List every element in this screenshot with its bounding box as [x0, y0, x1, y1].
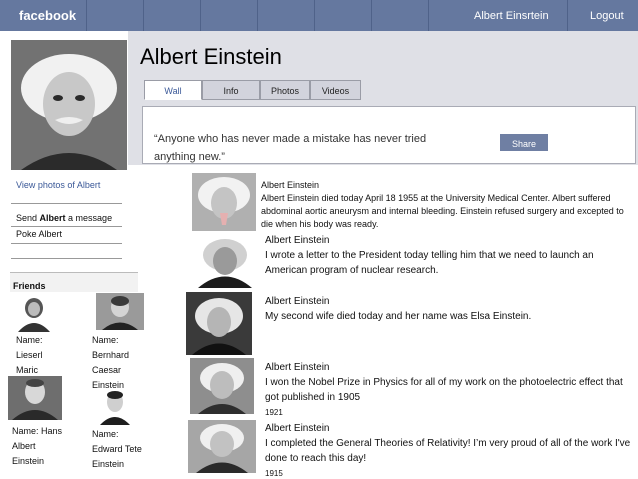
feed-post: Albert Einstein I wrote a letter to the … — [265, 233, 635, 278]
friend-name-line: Lieserl — [16, 350, 43, 360]
nav-segment — [258, 0, 315, 31]
friend-name: Name: Bernhard Caesar Einstein — [92, 333, 129, 393]
friend-name-line: Einstein — [92, 459, 125, 469]
friend-photo[interactable] — [12, 294, 56, 332]
feed-photo[interactable] — [192, 173, 256, 231]
friend-name-line: Edward Tete — [92, 444, 142, 454]
quote-text: “Anyone who has never made a mistake has… — [154, 133, 427, 163]
feed-year: 1921 — [265, 408, 283, 417]
facebook-logo[interactable]: facebook — [19, 8, 76, 23]
nav-segment — [201, 0, 258, 31]
feed-author[interactable]: Albert Einstein — [265, 294, 635, 309]
friend-name-line: Albert — [12, 441, 36, 451]
feed-text: I wrote a letter to the President today … — [265, 250, 594, 276]
feed-author[interactable]: Albert Einstein — [265, 421, 637, 436]
feed-text: My second wife died today and her name w… — [265, 311, 532, 322]
top-nav-bar: facebook Albert Einsrtein Logout — [0, 0, 638, 31]
tab-wall[interactable]: Wall — [144, 80, 202, 100]
profile-photo[interactable] — [11, 40, 127, 170]
nav-segment — [315, 0, 372, 31]
friend-name-line: Name: — [16, 335, 43, 345]
feed-photo[interactable] — [190, 235, 260, 288]
friend-name-line: Einstein — [12, 456, 45, 466]
feed-photo[interactable] — [186, 292, 252, 355]
feed-year: 1915 — [265, 469, 283, 478]
friend-name-line: Bernhard — [92, 350, 130, 360]
wall-post-box: “Anyone who has never made a mistake has… — [142, 106, 636, 164]
friend-name: Name: Lieserl Maric — [16, 333, 43, 378]
view-photos-link[interactable]: View photos of Albert — [16, 180, 100, 190]
share-button[interactable]: Share — [500, 134, 548, 151]
feed-author[interactable]: Albert Einstein — [265, 233, 635, 248]
page-title: Albert Einstein — [140, 44, 282, 69]
divider — [11, 258, 122, 259]
send-prefix: Send — [16, 213, 40, 223]
friend-photo[interactable] — [96, 389, 134, 425]
tab-info[interactable]: Info — [202, 80, 260, 100]
divider — [11, 243, 122, 244]
nav-segment — [144, 0, 201, 31]
nav-segment — [87, 0, 144, 31]
feed-photo[interactable] — [188, 420, 256, 473]
feed-text: I completed the General Theories of Rela… — [265, 438, 631, 464]
feed-post: Albert Einstein Albert Einstein died tod… — [261, 179, 633, 231]
friend-photo[interactable] — [96, 293, 144, 330]
send-name: Albert — [39, 213, 66, 223]
feed-author[interactable]: Albert Einstein — [265, 360, 635, 375]
profile-link[interactable]: Albert Einsrtein — [474, 10, 549, 22]
logout-link[interactable]: Logout — [590, 10, 624, 22]
feed-text: I won the Nobel Prize in Physics for all… — [265, 377, 623, 403]
divider — [11, 203, 122, 204]
friend-name: Name: Edward Tete Einstein — [92, 427, 142, 472]
friend-name-line: Name: — [92, 429, 119, 439]
feed-photo[interactable] — [190, 358, 254, 414]
feed-post: Albert Einstein I won the Nobel Prize in… — [265, 360, 635, 420]
friend-name-line: Caesar — [92, 365, 122, 375]
friend-photo[interactable] — [8, 376, 62, 420]
poke-link[interactable]: Poke Albert — [16, 229, 62, 239]
divider — [11, 226, 122, 227]
feed-author[interactable]: Albert Einstein — [261, 179, 633, 192]
send-suffix: a message — [65, 213, 113, 223]
friends-heading: Friends — [10, 272, 138, 292]
tab-photos[interactable]: Photos — [260, 80, 310, 100]
friend-name-line: Name: — [92, 335, 119, 345]
feed-post: Albert Einstein I completed the General … — [265, 421, 637, 479]
friend-name-line: Name: Hans — [12, 426, 63, 436]
send-message-link[interactable]: Send Albert a message — [16, 213, 112, 223]
feed-text: Albert Einstein died today April 18 1955… — [261, 193, 624, 229]
friend-name: Name: Hans Albert Einstein — [12, 424, 62, 469]
tab-videos[interactable]: Videos — [310, 80, 361, 100]
feed-post: Albert Einstein My second wife died toda… — [265, 294, 635, 324]
nav-segment — [372, 0, 429, 31]
